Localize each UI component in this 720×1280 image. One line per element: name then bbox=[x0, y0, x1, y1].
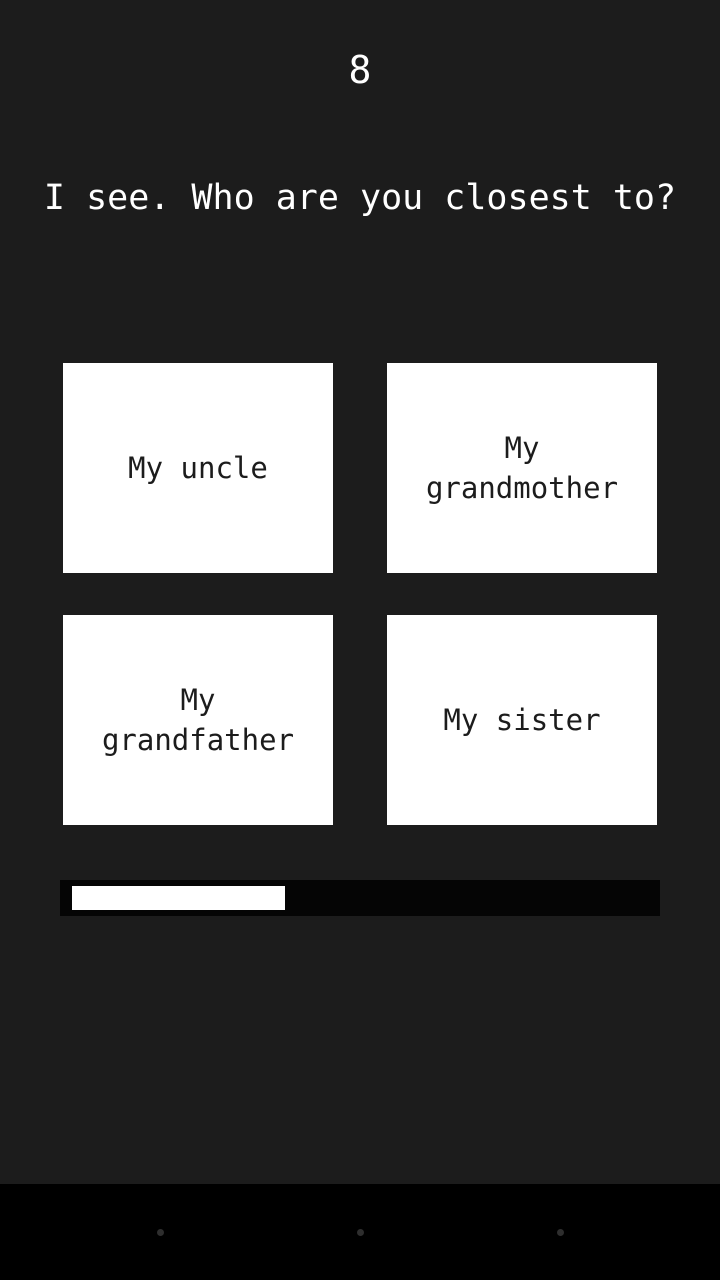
home-dot-icon bbox=[356, 1228, 364, 1236]
answer-button-uncle[interactable]: My uncle bbox=[63, 363, 333, 573]
answer-label: My grandmother bbox=[425, 431, 619, 505]
answer-label: My grandfather bbox=[101, 683, 295, 757]
system-navigation-bar bbox=[0, 1184, 720, 1280]
recent-dot-icon bbox=[556, 1228, 564, 1236]
back-dot-icon bbox=[156, 1228, 164, 1236]
question-text: I see. Who are you closest to? bbox=[43, 178, 677, 218]
answer-button-grandfather[interactable]: My grandfather bbox=[63, 615, 333, 825]
nav-back-button[interactable] bbox=[140, 1212, 180, 1252]
progress-bar bbox=[60, 880, 660, 916]
nav-home-button[interactable] bbox=[340, 1212, 380, 1252]
answer-button-sister[interactable]: My sister bbox=[387, 615, 657, 825]
progress-bar-fill bbox=[72, 886, 285, 910]
answer-label: My sister bbox=[443, 703, 601, 737]
question-counter: 8 bbox=[348, 48, 372, 92]
nav-recent-button[interactable] bbox=[540, 1212, 580, 1252]
answer-label: My uncle bbox=[128, 451, 268, 485]
quiz-screen: 8 I see. Who are you closest to? My uncl… bbox=[0, 0, 720, 1280]
answer-button-grandmother[interactable]: My grandmother bbox=[387, 363, 657, 573]
